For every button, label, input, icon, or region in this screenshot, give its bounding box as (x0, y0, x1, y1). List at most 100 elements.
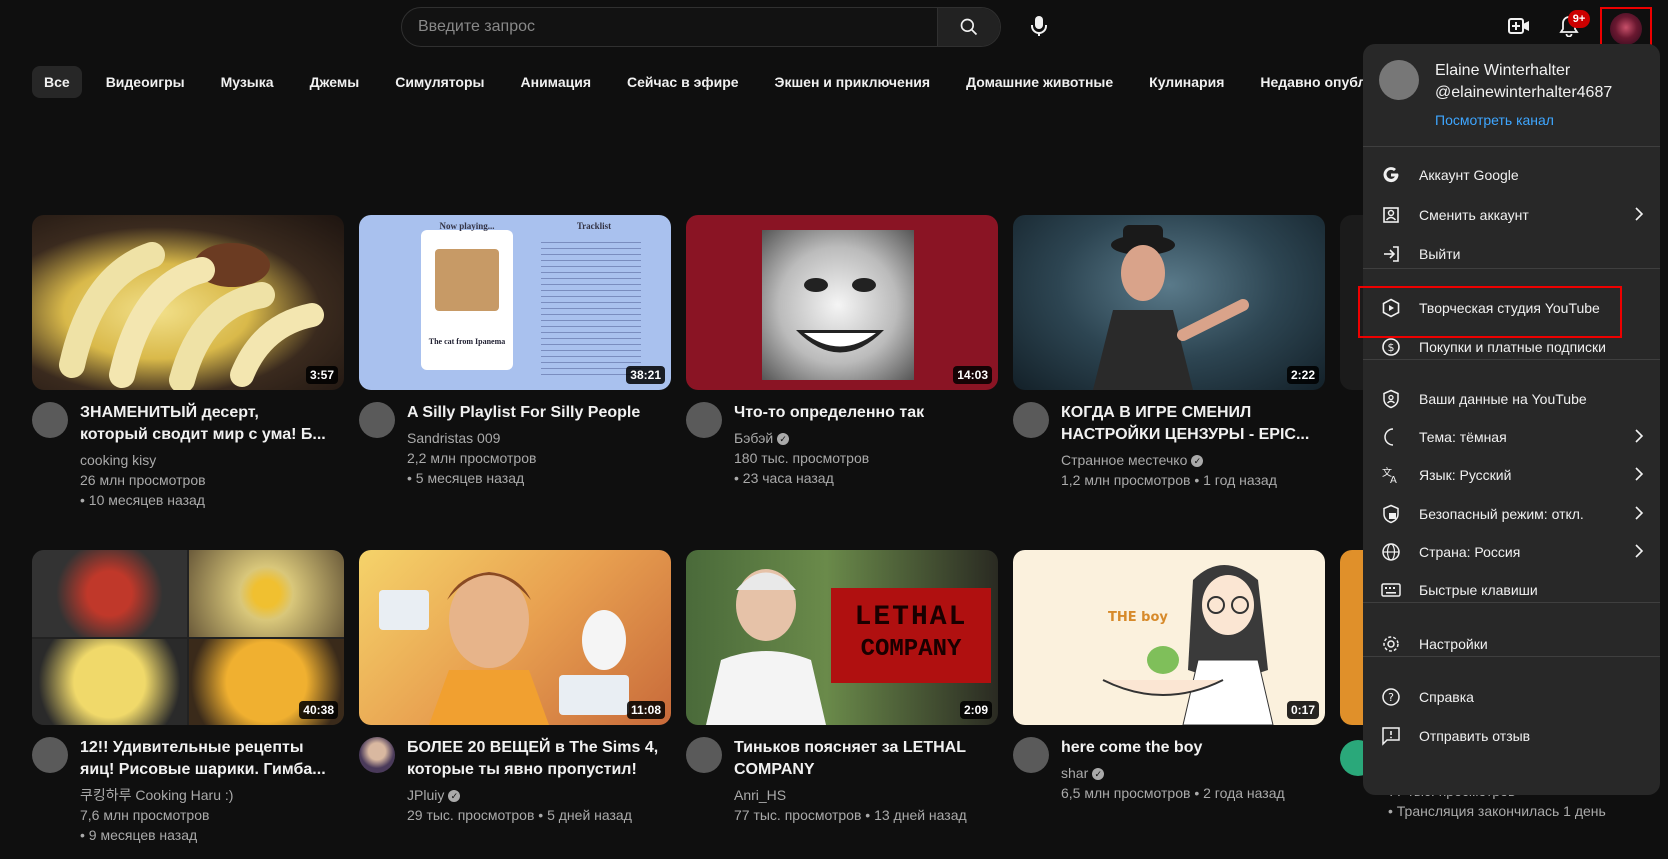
channel-avatar[interactable] (1013, 737, 1049, 773)
video-card[interactable]: 40:38 12!! Удивительные рецепты яиц! Рисо… (32, 550, 344, 845)
channel-name[interactable]: shar ✓ (1061, 763, 1285, 783)
gear-icon (1379, 632, 1403, 656)
video-title[interactable]: ЗНАМЕНИТЫЙ десерт, который сводит мир с у… (80, 402, 326, 446)
dollar-icon: $ (1379, 335, 1403, 359)
video-card[interactable]: 11:08 БОЛЕЕ 20 ВЕЩЕЙ в The Sims 4, которы… (359, 550, 671, 825)
channel-name[interactable]: 쿠킹하루 Cooking Haru :) (80, 785, 326, 805)
video-card[interactable]: 2:22 КОГДА В ИГРЕ СМЕНИЛ НАСТРОЙКИ ЦЕНЗУР… (1013, 215, 1325, 490)
video-card[interactable]: THE boy 0:17 here come the boy shar ✓ 6,5… (1013, 550, 1325, 803)
menu-item-theme[interactable]: Тема: тёмная (1363, 417, 1660, 457)
channel-avatar[interactable] (32, 737, 68, 773)
account-avatar (1379, 60, 1419, 100)
channel-name[interactable]: Бэбэй ✓ (734, 428, 924, 448)
view-channel-link[interactable]: Посмотреть канал (1435, 112, 1554, 128)
chip-jams[interactable]: Джемы (298, 66, 372, 98)
video-title[interactable]: Тиньков поясняет за LETHAL COMPANY (734, 737, 967, 781)
chip-live[interactable]: Сейчас в эфире (615, 66, 751, 98)
video-plus-icon (1508, 17, 1530, 35)
video-duration: 11:08 (626, 701, 665, 719)
channel-avatar[interactable] (1013, 402, 1049, 438)
video-card[interactable]: Now playing... The cat from Ipanema Trac… (359, 215, 671, 488)
notifications-badge: 9+ (1568, 10, 1590, 28)
menu-item-language[interactable]: 文A Язык: Русский (1363, 455, 1660, 495)
channel-avatar[interactable] (32, 402, 68, 438)
video-card[interactable]: 3:57 ЗНАМЕНИТЫЙ десерт, который сводит ми… (32, 215, 344, 510)
voice-search-button[interactable] (1020, 7, 1058, 45)
menu-label: Безопасный режим: откл. (1419, 506, 1584, 522)
menu-item-switch-account[interactable]: Сменить аккаунт (1363, 195, 1660, 235)
now-playing-label: Now playing... (439, 221, 495, 231)
translate-icon: 文A (1379, 463, 1403, 487)
channel-avatar[interactable] (686, 737, 722, 773)
menu-divider (1363, 602, 1660, 603)
menu-item-restricted-mode[interactable]: Безопасный режим: откл. (1363, 494, 1660, 534)
chevron-right-icon (1634, 544, 1644, 558)
video-views: 1,2 млн просмотров • 1 год назад (1061, 472, 1277, 488)
video-title[interactable]: КОГДА В ИГРЕ СМЕНИЛ НАСТРОЙКИ ЦЕНЗУРЫ - E… (1061, 402, 1309, 446)
menu-label: Ваши данные на YouTube (1419, 391, 1587, 407)
channel-name[interactable]: Странное местечко ✓ (1061, 450, 1309, 470)
video-title[interactable]: here come the boy (1061, 737, 1285, 759)
search-button[interactable] (937, 8, 1000, 46)
chip-all[interactable]: Все (32, 66, 82, 98)
sign-out-icon (1379, 242, 1403, 266)
menu-label: Справка (1419, 689, 1474, 705)
search-input[interactable] (402, 8, 937, 46)
menu-item-help[interactable]: ? Справка (1363, 677, 1660, 717)
menu-divider (1363, 656, 1660, 657)
feedback-icon (1379, 724, 1403, 748)
video-thumbnail[interactable]: 3:57 (32, 215, 344, 390)
switch-account-icon (1379, 203, 1403, 227)
menu-item-keyboard-shortcuts[interactable]: Быстрые клавиши (1363, 570, 1660, 610)
channel-avatar[interactable] (686, 402, 722, 438)
video-duration: 2:22 (1286, 366, 1319, 384)
menu-item-settings[interactable]: Настройки (1363, 624, 1660, 664)
verified-icon: ✓ (777, 433, 790, 446)
keyboard-icon (1379, 578, 1403, 602)
help-icon: ? (1379, 685, 1403, 709)
chip-animation[interactable]: Анимация (509, 66, 604, 98)
create-button[interactable] (1500, 7, 1538, 45)
menu-divider (1363, 359, 1660, 360)
menu-item-google-account[interactable]: Аккаунт Google (1363, 155, 1660, 195)
video-title[interactable]: A Silly Playlist For Silly People (407, 402, 640, 424)
chip-video-games[interactable]: Видеоигры (94, 66, 197, 98)
chip-pets[interactable]: Домашние животные (954, 66, 1125, 98)
video-thumbnail[interactable]: THE boy 0:17 (1013, 550, 1325, 725)
shield-lock-icon (1379, 502, 1403, 526)
menu-item-location[interactable]: Страна: Россия (1363, 532, 1660, 572)
chip-simulators[interactable]: Симуляторы (383, 66, 496, 98)
video-thumbnail[interactable]: LETHAL COMPANY 2:09 (686, 550, 998, 725)
video-views: 2,2 млн просмотров (407, 450, 537, 466)
menu-label: Покупки и платные подписки (1419, 339, 1606, 355)
channel-avatar[interactable] (359, 737, 395, 773)
channel-name[interactable]: cooking kisy (80, 450, 326, 470)
tracklist-label: Tracklist (576, 221, 612, 231)
video-title[interactable]: Что-то определенно так (734, 402, 924, 424)
video-title[interactable]: 12!! Удивительные рецепты яиц! Рисовые ша… (80, 737, 326, 781)
chip-music[interactable]: Музыка (209, 66, 286, 98)
menu-item-your-data[interactable]: Ваши данные на YouTube (1363, 379, 1660, 419)
avatar (1610, 13, 1642, 45)
video-card[interactable]: LETHAL COMPANY 2:09 Тиньков поясняет за … (686, 550, 998, 825)
video-card[interactable]: 14:03 Что-то определенно так Бэбэй ✓ 180 … (686, 215, 998, 488)
microphone-icon (1029, 15, 1049, 37)
channel-avatar[interactable] (359, 402, 395, 438)
menu-label: Страна: Россия (1419, 544, 1521, 560)
chip-cooking[interactable]: Кулинария (1137, 66, 1236, 98)
video-thumbnail[interactable]: 2:22 (1013, 215, 1325, 390)
video-thumbnail[interactable]: 40:38 (32, 550, 344, 725)
video-thumbnail[interactable]: Now playing... The cat from Ipanema Trac… (359, 215, 671, 390)
verified-icon: ✓ (448, 790, 461, 803)
verified-icon: ✓ (1092, 768, 1105, 781)
channel-name[interactable]: JPluiy ✓ (407, 785, 658, 805)
video-thumbnail[interactable]: 14:03 (686, 215, 998, 390)
channel-name[interactable]: Anri_HS (734, 785, 967, 805)
chip-action-adventure[interactable]: Экшен и приключения (763, 66, 943, 98)
video-title[interactable]: БОЛЕЕ 20 ВЕЩЕЙ в The Sims 4, которые ты я… (407, 737, 658, 781)
menu-label: Выйти (1419, 246, 1461, 262)
channel-name[interactable]: Sandristas 009 (407, 428, 640, 448)
shield-person-icon (1379, 387, 1403, 411)
video-thumbnail[interactable]: 11:08 (359, 550, 671, 725)
menu-item-send-feedback[interactable]: Отправить отзыв (1363, 716, 1660, 756)
